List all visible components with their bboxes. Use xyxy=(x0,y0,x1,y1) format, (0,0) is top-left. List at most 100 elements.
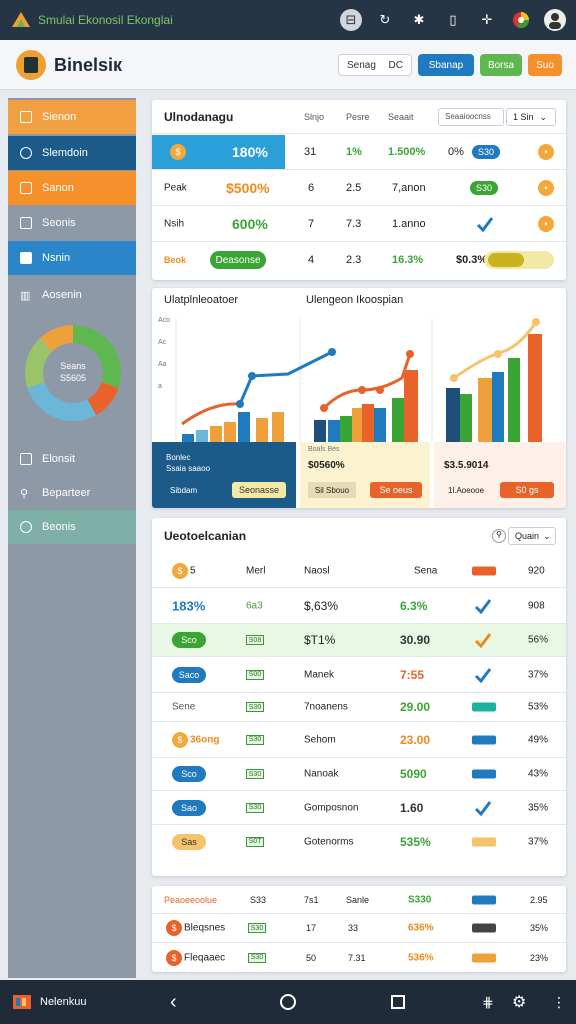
date-select[interactable]: Senag DC xyxy=(338,54,412,76)
row-cell: Naosl xyxy=(304,565,330,576)
coin-icon: • xyxy=(538,215,554,232)
check-icon[interactable] xyxy=(474,597,492,615)
sidebar-item-7[interactable]: Elonsit xyxy=(8,442,136,476)
bar-mark xyxy=(404,370,418,442)
row-cell: 30.90 xyxy=(400,633,431,647)
right-chart-title: Ulengeon Ikoospian xyxy=(306,294,404,306)
table-row[interactable]: $ Fleqaaec S30 50 7.31 536% 23% xyxy=(152,943,566,972)
rows-select[interactable]: 1 Sin ⌄ xyxy=(506,107,556,126)
check-icon[interactable] xyxy=(474,631,492,649)
gear-icon[interactable]: ⚙ xyxy=(512,992,526,1012)
row-cell: 5090 xyxy=(400,767,427,781)
status-badge: Sco xyxy=(172,632,206,648)
nav-label: Nelenkuu xyxy=(40,996,87,1008)
puzzle-icon[interactable]: ✱ xyxy=(408,9,430,31)
row-cell: 56% xyxy=(528,634,549,646)
row-cell: 536% xyxy=(408,952,434,963)
sidebar-item-2[interactable]: Slemdoin xyxy=(8,136,136,170)
row-cell: 7:55 xyxy=(400,667,425,682)
bar-mark xyxy=(362,404,374,442)
table-row[interactable]: Sao S30 Gomposnon 1.60 35% xyxy=(152,791,566,825)
check-icon[interactable] xyxy=(474,666,492,684)
stat-panel-button[interactable]: S0 gs xyxy=(500,482,554,498)
table-row[interactable]: Peaoeeoolue S33 7s1 Sanle S330 2.95 xyxy=(152,886,566,914)
row-cell: Peaoeeoolue xyxy=(164,894,218,905)
header-button-3[interactable]: Suo xyxy=(528,54,562,76)
row-cell: 23% xyxy=(530,952,549,963)
table-row[interactable]: $ 180% 31 1% 1.500% 0% S30 • xyxy=(152,134,566,170)
row-cell: 1.anno xyxy=(392,217,426,230)
row-cell: 35% xyxy=(530,923,549,933)
search-icon[interactable]: ⚲ xyxy=(492,529,506,543)
stat-panel-button[interactable]: Seonasse xyxy=(232,482,286,498)
table-row[interactable]: Saco S00 Manek 7:55 37% xyxy=(152,657,566,693)
filter-input[interactable]: Seaaioocnss xyxy=(438,107,504,126)
left-chart-title: Ulatplnleoatoer xyxy=(164,294,238,306)
donut-slice xyxy=(27,382,97,421)
table-row[interactable]: 183% 6a3 $,63% 6.3% 908 xyxy=(152,588,566,624)
bar-mark xyxy=(374,408,386,442)
stat-panel-button[interactable]: Se oeus xyxy=(370,482,422,498)
avatar[interactable] xyxy=(544,9,566,31)
table-title: Ueotoelcanian xyxy=(164,529,247,543)
recents-icon[interactable] xyxy=(391,995,405,1009)
chart-icon: ▥ xyxy=(20,290,31,302)
sidebar-item-5[interactable]: Nsnin xyxy=(8,241,136,275)
row-cell: 7noanens xyxy=(304,701,348,713)
progress-bar xyxy=(472,953,496,962)
bar-mark xyxy=(392,398,404,442)
table-row[interactable]: Sas S0T Gotenorms 535% 37% xyxy=(152,825,566,858)
profile-icon[interactable]: ⊟ xyxy=(340,9,362,31)
table-title: Ulnodanagu xyxy=(164,109,234,124)
table-row[interactable]: $ 5 Merl Naosl Sena 920 xyxy=(152,554,566,588)
row-cell: 908 xyxy=(528,600,545,611)
charts-svg xyxy=(175,318,542,442)
sidebar-item-9[interactable]: Beonis xyxy=(8,510,136,544)
move-icon[interactable]: ✛ xyxy=(476,9,498,31)
stat-panel-1: Bonlec Ssaia saaoo Sibdam Seonasse xyxy=(152,442,296,508)
header-button-1[interactable]: Sbanap xyxy=(418,54,474,76)
sidebar-item-label: Beparteer xyxy=(42,487,91,499)
sliders-icon[interactable]: ⋕ xyxy=(482,994,494,1011)
chrome-icon[interactable] xyxy=(510,9,532,31)
clock-icon xyxy=(20,147,32,159)
home-icon[interactable] xyxy=(280,994,296,1010)
sidebar-item-1[interactable]: Sienon xyxy=(8,100,136,134)
stat-panel-text: Bonlec Ssaia saaoo xyxy=(166,452,210,474)
row-cell: 36ong xyxy=(190,734,220,745)
column-header: Slnjo xyxy=(304,111,325,122)
row-cell: 183% xyxy=(172,598,206,613)
check-icon[interactable] xyxy=(476,215,494,233)
copy-icon[interactable]: ▯ xyxy=(442,9,464,31)
table-row[interactable]: $ Bleqsnes S30 17 33 636% 35% xyxy=(152,914,566,943)
chevron-down-icon: ⌄ xyxy=(539,111,548,122)
header-button-2[interactable]: Borsa xyxy=(480,54,522,76)
table-row[interactable]: Beok Deasonse 4 2.3 16.3% $0.3% xyxy=(152,242,566,278)
more-icon[interactable]: ⋮ xyxy=(552,994,566,1011)
stat-panel-line1: Boals Bes xyxy=(308,446,340,453)
row-cell: 31 xyxy=(304,145,317,158)
table-row[interactable]: Peak $500% 6 2.5 7,anon S30 • xyxy=(152,170,566,206)
row-cell: 2.3 xyxy=(346,254,362,266)
back-icon[interactable]: ‹ xyxy=(170,991,177,1014)
row-cell: Bleqsnes xyxy=(184,922,226,934)
sidebar-item-8[interactable]: ⚲ Beparteer xyxy=(8,476,136,510)
row-cell: S08 xyxy=(246,635,264,645)
table-header: Ulnodanagu Slnjo Pesre Seaait Seaaioocns… xyxy=(152,100,566,134)
app-icon[interactable] xyxy=(12,992,32,1012)
table-row[interactable]: Sco S30 Nanoak 5090 43% xyxy=(152,758,566,791)
refresh-icon[interactable]: ↻ xyxy=(374,9,396,31)
check-icon[interactable] xyxy=(474,799,492,817)
row-name: Nsih xyxy=(164,218,185,229)
sidebar-item-6[interactable]: ▥ Aosenin xyxy=(8,278,136,312)
table-row[interactable]: Sene S30 7noanens 29.00 53% xyxy=(152,693,566,722)
bar-mark xyxy=(314,420,326,442)
toggle[interactable] xyxy=(484,251,554,269)
filter-select[interactable]: Quain ⌄ xyxy=(508,527,556,545)
sidebar-item-4[interactable]: Seonis xyxy=(8,206,136,240)
table-row[interactable]: Sco S08 $T1% 30.90 56% xyxy=(152,624,566,657)
table-row[interactable]: $36ong S30 Sehom 23.00 49% xyxy=(152,722,566,758)
table-row[interactable]: Nsih 600% 7 7.3 1.anno • xyxy=(152,206,566,242)
sidebar-item-label: Nsnin xyxy=(42,252,71,264)
sidebar-item-3[interactable]: Sanon xyxy=(8,171,136,205)
